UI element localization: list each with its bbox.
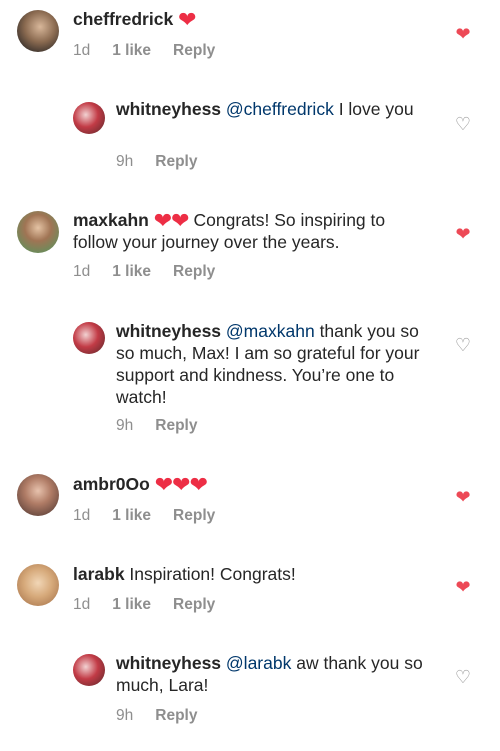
comment-body: I love you — [333, 99, 414, 119]
likes-count[interactable]: 1 like — [112, 263, 151, 280]
avatar[interactable] — [73, 322, 105, 354]
comment-meta: 9h Reply — [116, 152, 219, 172]
username-link[interactable]: whitneyhess — [116, 321, 221, 341]
comment-body: Inspiration! Congrats! — [124, 564, 296, 584]
comment-meta: 1d 1 like Reply — [73, 595, 237, 615]
heart-outline-icon[interactable]: ♡ — [452, 667, 474, 687]
comment-text: ambr0Oo ❤❤❤ — [73, 472, 433, 497]
comment-time: 1d — [73, 263, 91, 280]
avatar[interactable] — [17, 10, 59, 52]
comment-text: whitneyhess @cheffredrick I love you — [116, 98, 436, 120]
comment-text: larabk Inspiration! Congrats! — [73, 563, 433, 585]
comment-time: 1d — [73, 42, 91, 59]
comment-time: 9h — [116, 707, 134, 724]
comment-text: whitneyhess @maxkahn thank you so so muc… — [116, 320, 426, 408]
heart-filled-icon[interactable]: ❤ — [452, 224, 474, 244]
reply-button[interactable]: Reply — [173, 263, 215, 280]
comment-time: 1d — [73, 507, 91, 524]
comment-meta: 1d 1 like Reply — [73, 506, 237, 526]
likes-count[interactable]: 1 like — [112, 507, 151, 524]
heart-outline-icon[interactable]: ♡ — [452, 114, 474, 134]
comment-text: maxkahn ❤❤ Congrats! So inspiring to fol… — [73, 209, 433, 253]
comment-meta: 1d 1 like Reply — [73, 41, 237, 61]
likes-count[interactable]: 1 like — [112, 42, 151, 59]
comment-meta: 1d 1 like Reply — [73, 262, 237, 282]
username-link[interactable]: whitneyhess — [116, 99, 221, 119]
heart-filled-icon[interactable]: ❤ — [452, 487, 474, 507]
heart-emoji: ❤❤ — [153, 208, 190, 233]
reply-button[interactable]: Reply — [173, 507, 215, 524]
mention-link[interactable]: @larabk — [226, 653, 291, 673]
comment-time: 1d — [73, 596, 91, 613]
mention-link[interactable]: @cheffredrick — [226, 99, 334, 119]
avatar[interactable] — [73, 654, 105, 686]
username-link[interactable]: maxkahn — [73, 210, 149, 230]
username-link[interactable]: whitneyhess — [116, 653, 221, 673]
reply-button[interactable]: Reply — [173, 596, 215, 613]
comment-text: cheffredrick ❤ — [73, 7, 433, 32]
reply-button[interactable]: Reply — [155, 417, 197, 434]
heart-emoji: ❤❤❤ — [154, 472, 208, 497]
comment-time: 9h — [116, 153, 134, 170]
heart-emoji: ❤ — [178, 7, 196, 32]
reply-button[interactable]: Reply — [155, 153, 197, 170]
likes-count[interactable]: 1 like — [112, 596, 151, 613]
comment-meta: 9h Reply — [116, 706, 219, 726]
heart-filled-icon[interactable]: ❤ — [452, 24, 474, 44]
reply-button[interactable]: Reply — [173, 42, 215, 59]
heart-filled-icon[interactable]: ❤ — [452, 577, 474, 597]
avatar[interactable] — [17, 474, 59, 516]
comment-text: whitneyhess @larabk aw thank you so much… — [116, 652, 436, 696]
username-link[interactable]: larabk — [73, 564, 125, 584]
avatar[interactable] — [73, 102, 105, 134]
mention-link[interactable]: @maxkahn — [226, 321, 315, 341]
avatar[interactable] — [17, 211, 59, 253]
comment-time: 9h — [116, 417, 134, 434]
heart-outline-icon[interactable]: ♡ — [452, 335, 474, 355]
avatar[interactable] — [17, 564, 59, 606]
username-link[interactable]: ambr0Oo — [73, 474, 150, 494]
comment-meta: 9h Reply — [116, 416, 219, 436]
reply-button[interactable]: Reply — [155, 707, 197, 724]
username-link[interactable]: cheffredrick — [73, 9, 173, 29]
